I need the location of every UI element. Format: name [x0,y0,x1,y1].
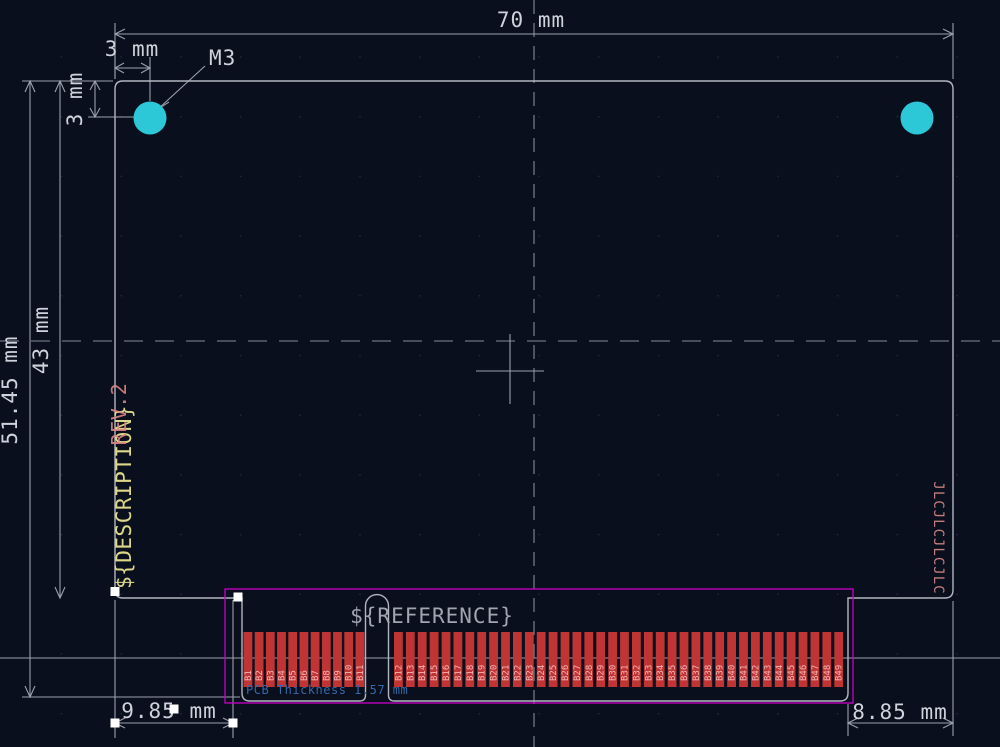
connector-pad-label: B11 [356,665,366,681]
connector-pad-label: B48 [823,665,833,681]
connector-pad-label: B18 [466,665,476,681]
connector-pad-label: B10 [345,665,355,681]
reference-field-text[interactable]: ${REFERENCE} [350,604,514,628]
connector-pad-label: B2 [255,670,265,681]
connector-pad-label: B34 [656,665,666,681]
connector-pad-label: B14 [418,665,428,681]
connector-pad-label: B33 [644,665,654,681]
connector-pad-label: B6 [300,670,310,681]
connector-pad-label: B13 [406,665,416,681]
fab-marking-right-text[interactable]: JLCJLCJLCJLC [930,481,946,594]
connector-pad-label: B20 [490,665,500,681]
connector-pad-label: B26 [561,665,571,681]
connector-pad-label: B4 [278,670,288,681]
dimension-43mm-label[interactable]: 43 mm [29,306,53,374]
dimension-8-85mm-label[interactable]: 8.85 mm [852,700,948,724]
pcb-editor-canvas[interactable]: 70 mm 3 mm 3 mm M3 51.45 mm 43 mm [0,0,1000,747]
connector-pad-label: B38 [704,665,714,681]
connector-pad-label: B7 [311,670,321,681]
connector-pad-label: B28 [585,665,595,681]
connector-pad-label: B43 [763,665,773,681]
connector-pad-label: B23 [525,665,535,681]
connector-pad-label: B17 [454,665,464,681]
dimension-3mm-v-label[interactable]: 3 mm [63,72,87,127]
connector-pad-label: B22 [513,665,523,681]
connector-pad-label: B25 [549,665,559,681]
connector-pad-label: B29 [597,665,607,681]
connector-pad-label: B30 [609,665,619,681]
connector-pad-label: B37 [692,665,702,681]
mounting-hole-left[interactable] [134,102,167,135]
hole-callout-m3[interactable]: M3 [158,46,236,114]
connector-pad-label: B49 [835,665,845,681]
connector-pad-label: B41 [740,665,750,681]
dimension-3mm-h-label[interactable]: 3 mm [105,37,160,61]
connector-pad-label: B46 [799,665,809,681]
connector-pad-label: B24 [537,665,547,681]
dimension-3mm-horizontal[interactable]: 3 mm [105,37,160,101]
connector-pad-label: B45 [787,665,797,681]
dimension-9-85mm-label[interactable]: 9.85 mm [121,699,217,723]
edge-connector-pads[interactable]: B1B2B3B4B5B6B7B8B9B10B11B12B13B14B15B16B… [244,632,845,687]
connector-pad-label: B40 [728,665,738,681]
connector-pad-label: B36 [680,665,690,681]
connector-pad-label: B16 [442,665,452,681]
dimension-8-85mm[interactable]: 8.85 mm [848,601,953,736]
dimension-9-85mm[interactable]: 9.85 mm [115,600,233,738]
dimension-70mm-label[interactable]: 70 mm [497,8,565,32]
connector-pad-label: B31 [621,665,631,681]
connector-pad-label: B1 [244,670,254,681]
connector-pad-label: B19 [478,665,488,681]
connector-pad-label: B47 [811,665,821,681]
connector-pad-label: B15 [430,665,440,681]
connector-pad-label: B42 [751,665,761,681]
connector-pad-label: B3 [266,670,276,681]
connector-pad-label: B8 [322,670,332,681]
silkscreen-left-pink-text[interactable]: REV.2 [107,383,131,446]
connector-pad-label: B35 [668,665,678,681]
dimension-51-45mm-label[interactable]: 51.45 mm [0,335,22,444]
mounting-hole-right[interactable] [901,102,934,135]
connector-pad-label: B44 [775,665,785,681]
connector-pad-label: B32 [632,665,642,681]
pcb-thickness-note[interactable]: PCB Thickness 1.57 mm [246,683,408,697]
hole-callout-m3-label[interactable]: M3 [209,46,236,70]
dimension-43mm[interactable]: 43 mm [29,81,65,598]
connector-pad-label: B21 [502,665,512,681]
connector-pad-label: B27 [573,665,583,681]
connector-pad-label: B12 [394,665,404,681]
connector-pad-label: B5 [289,670,299,681]
connector-pad-label: B9 [334,670,344,681]
connector-pad-label: B39 [716,665,726,681]
dimension-70mm[interactable]: 70 mm [115,8,953,79]
